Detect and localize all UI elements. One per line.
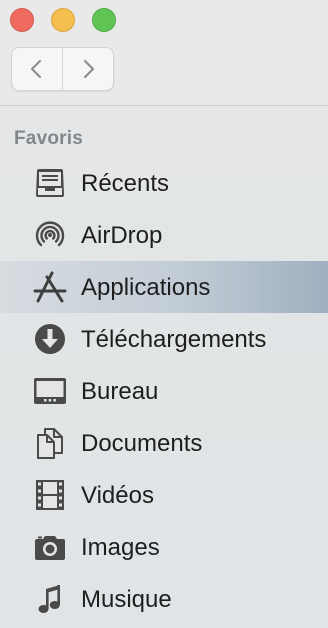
sidebar-item-label: Images <box>81 534 160 561</box>
finder-window: Favoris Récents AirDrop Applications Tél… <box>0 0 328 628</box>
sidebar-item-label: Documents <box>81 430 203 457</box>
chevron-left-icon <box>31 60 41 78</box>
downloads-icon <box>32 323 68 355</box>
back-button[interactable] <box>12 48 63 90</box>
section-title-favorites: Favoris <box>14 128 83 149</box>
close-button[interactable] <box>10 8 34 32</box>
sidebar-item-label: AirDrop <box>81 222 163 249</box>
forward-button[interactable] <box>63 48 113 90</box>
movies-icon <box>32 479 68 511</box>
applications-icon <box>32 271 68 303</box>
documents-icon <box>32 427 68 459</box>
maximize-button[interactable] <box>92 8 116 32</box>
sidebar-item-desktop[interactable]: Bureau <box>0 365 328 417</box>
sidebar-item-label: Musique <box>81 586 172 613</box>
sidebar-item-documents[interactable]: Documents <box>0 417 328 469</box>
sidebar-item-music[interactable]: Musique <box>0 573 328 625</box>
recents-icon <box>32 167 68 199</box>
sidebar-item-airdrop[interactable]: AirDrop <box>0 209 328 261</box>
music-note-icon <box>32 583 68 615</box>
sidebar: Favoris Récents AirDrop Applications Tél… <box>0 106 328 628</box>
sidebar-item-movies[interactable]: Vidéos <box>0 469 328 521</box>
sidebar-item-label: Récents <box>81 170 170 197</box>
sidebar-item-applications[interactable]: Applications <box>0 261 328 313</box>
sidebar-item-downloads[interactable]: Téléchargements <box>0 313 328 365</box>
navigation-buttons <box>11 47 114 91</box>
sidebar-item-images[interactable]: Images <box>0 521 328 573</box>
chevron-right-icon <box>84 60 94 78</box>
sidebar-item-label: Bureau <box>81 378 159 405</box>
camera-icon <box>32 531 68 563</box>
desktop-icon <box>32 375 68 407</box>
sidebar-item-label: Applications <box>81 274 211 301</box>
title-bar <box>0 0 328 106</box>
minimize-button[interactable] <box>51 8 75 32</box>
airdrop-icon <box>32 219 68 251</box>
sidebar-item-label: Vidéos <box>81 482 154 509</box>
sidebar-item-label: Téléchargements <box>81 326 267 353</box>
sidebar-item-recents[interactable]: Récents <box>0 157 328 209</box>
